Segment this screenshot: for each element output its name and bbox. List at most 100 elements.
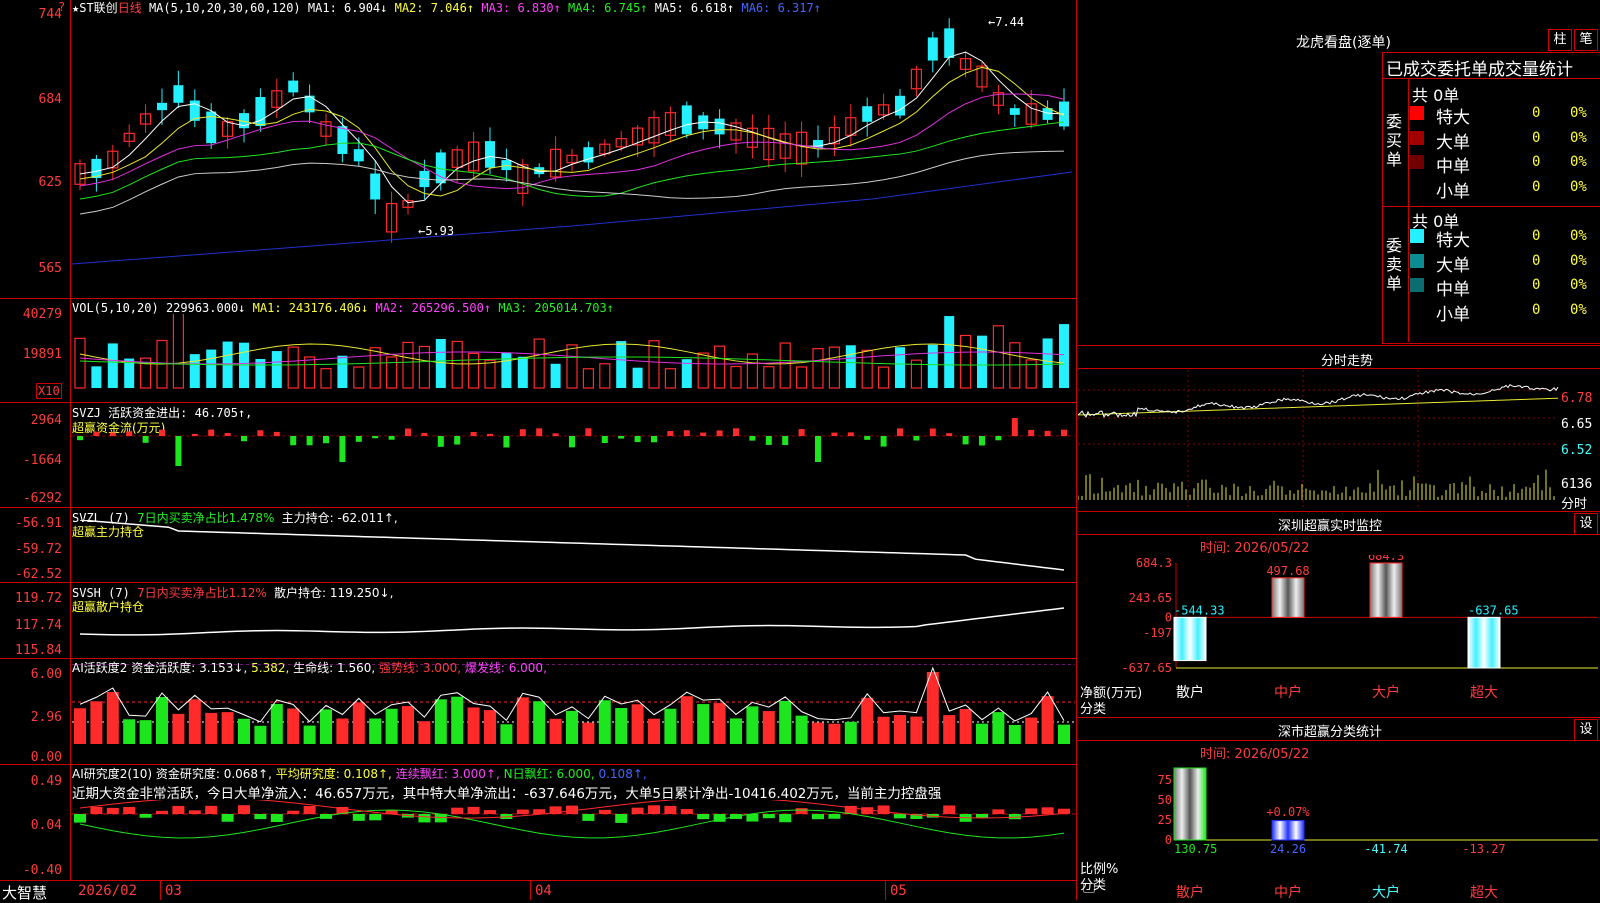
flow-bar-out bbox=[995, 436, 1002, 441]
flow-bar-out bbox=[618, 436, 625, 439]
ai-research-chart[interactable] bbox=[72, 800, 1075, 880]
ai-active-chart[interactable] bbox=[72, 664, 1075, 764]
svzj-axis-top: 2964 bbox=[30, 413, 62, 428]
research-bar-pos bbox=[1058, 808, 1070, 814]
research-bar-pos bbox=[1025, 808, 1038, 814]
monitor-settings-button[interactable]: 设 bbox=[1574, 513, 1598, 535]
research-bar-pos bbox=[156, 810, 168, 814]
flow-bar-in bbox=[847, 432, 854, 436]
flow-bar-in bbox=[159, 429, 165, 436]
intraday-axis-high: 6.78 bbox=[1561, 391, 1593, 406]
monitor-bar-超大 bbox=[1467, 616, 1501, 669]
svsh-chart[interactable] bbox=[72, 596, 1075, 658]
activity-bar bbox=[910, 716, 923, 744]
research-bar-pos bbox=[484, 810, 496, 814]
candle-down bbox=[895, 95, 905, 116]
buy-swatch bbox=[1410, 106, 1424, 120]
research-bar-neg bbox=[139, 814, 152, 818]
volume-bar-up bbox=[402, 341, 414, 389]
flow-bar-in bbox=[93, 431, 100, 436]
volume-bar-up bbox=[1009, 342, 1021, 389]
volume-bar-down bbox=[927, 344, 938, 388]
research-bar-pos bbox=[106, 807, 119, 814]
activity-bar bbox=[844, 721, 857, 744]
classify-chart[interactable]: 75 50 25 0130.75 散户 24.26 中户 -41.74 大户 -13.27 超大 +0… bbox=[1078, 760, 1600, 900]
activity-bar bbox=[664, 708, 677, 744]
volume-bar-down bbox=[271, 351, 282, 388]
activity-bar bbox=[598, 700, 611, 744]
high-price-value: 7.44 bbox=[995, 15, 1025, 29]
svzj-axis-low: -6292 bbox=[22, 491, 62, 506]
separator bbox=[0, 764, 1077, 765]
main-chart-area[interactable]: ★ST联创日线 MA(5,10,20,30,60,120) MA1: 6.904… bbox=[0, 0, 1095, 902]
svzl-chart[interactable] bbox=[72, 520, 1075, 582]
buy-row-name: 中单 bbox=[1436, 157, 1470, 177]
kline-axis-684: 684 bbox=[38, 92, 62, 107]
flow-bar-in bbox=[208, 429, 215, 436]
dragon-tick-button[interactable]: 笔 bbox=[1574, 29, 1598, 51]
volume-bar-up bbox=[959, 334, 972, 389]
volume-bar-up bbox=[828, 346, 841, 389]
activity-bar bbox=[746, 706, 759, 744]
flow-bar-out bbox=[503, 436, 510, 448]
activity-bar bbox=[566, 710, 578, 744]
flow-bar-in bbox=[224, 433, 231, 436]
flow-bar-out bbox=[880, 436, 887, 447]
svsh-axis-low: 115.84 bbox=[15, 643, 62, 658]
ai-research-summary: 近期大资金非常活跃，今日大单净流入：46.657万元，其中特大单净流出：-637… bbox=[72, 786, 942, 802]
volume-bar-up bbox=[861, 349, 873, 389]
activity-bar bbox=[828, 723, 841, 744]
period-label[interactable]: 日线 bbox=[118, 1, 142, 15]
research-bar-neg bbox=[418, 814, 431, 823]
flow-bar-out bbox=[765, 436, 772, 445]
monitor-chart[interactable]: 684.3 243.65 0 -197 -637.65 -544.33 散户 497.68 中户… bbox=[1078, 555, 1600, 715]
flow-bar-in bbox=[1011, 418, 1018, 436]
flow-bar-in bbox=[257, 430, 264, 436]
activity-bar bbox=[631, 704, 644, 744]
volume-bar-up bbox=[779, 342, 791, 389]
volume-bar-up bbox=[287, 346, 299, 389]
classify-category-label: 大户 bbox=[1372, 884, 1400, 900]
research-bar-neg bbox=[369, 814, 382, 821]
intraday-vol-axis: 6136 bbox=[1561, 477, 1593, 492]
kline-chart[interactable] bbox=[72, 14, 1075, 296]
stock-name[interactable]: ★ST联创 bbox=[72, 1, 118, 15]
flow-bar-out bbox=[979, 436, 985, 446]
flow-bar-out bbox=[77, 436, 83, 441]
volume-bar-up bbox=[763, 366, 775, 389]
candle-down bbox=[714, 118, 725, 135]
research-bar-neg bbox=[270, 814, 283, 822]
monitor-category-label: 大户 bbox=[1372, 684, 1400, 701]
activity-bar bbox=[516, 697, 529, 744]
flow-bar-out bbox=[323, 436, 329, 444]
dragon-title: 龙虎看盘(逐单) bbox=[1296, 35, 1391, 51]
research-bar-neg bbox=[828, 814, 841, 819]
volume-bar-up bbox=[172, 314, 185, 389]
classify-settings-button[interactable]: 设 bbox=[1574, 719, 1598, 741]
volume-axis-top: 40279 bbox=[22, 307, 62, 322]
monitor-value-label: 497.68 bbox=[1266, 564, 1309, 578]
volume-chart[interactable] bbox=[72, 314, 1075, 400]
activity-bar bbox=[926, 672, 939, 744]
ai-research-axis-mid: 0.04 bbox=[30, 818, 62, 833]
sell-swatch bbox=[1410, 278, 1424, 292]
flow-bar-in bbox=[487, 433, 493, 436]
activity-bar bbox=[959, 708, 972, 744]
classify-class-label: 分类 bbox=[1080, 878, 1107, 893]
candle-down bbox=[485, 141, 495, 168]
svzj-chart[interactable] bbox=[72, 418, 1075, 506]
dragon-bar-button[interactable]: 柱 bbox=[1548, 29, 1572, 51]
sell-row-name: 中单 bbox=[1436, 280, 1470, 300]
candle-down bbox=[370, 173, 381, 200]
intraday-chart[interactable] bbox=[1078, 370, 1600, 510]
flow-bar-out bbox=[355, 436, 362, 442]
buy-row-count: 0 bbox=[1532, 129, 1541, 146]
separator bbox=[0, 402, 1077, 403]
svzl-axis-top: -56.91 bbox=[15, 516, 62, 531]
intraday-axis-low: 6.52 bbox=[1561, 443, 1593, 458]
activity-bar bbox=[943, 715, 956, 744]
volume-bar-down bbox=[501, 352, 512, 388]
candle-down bbox=[353, 149, 364, 162]
sell-row-count: 0 bbox=[1532, 277, 1541, 293]
research-bar-neg bbox=[74, 814, 86, 823]
